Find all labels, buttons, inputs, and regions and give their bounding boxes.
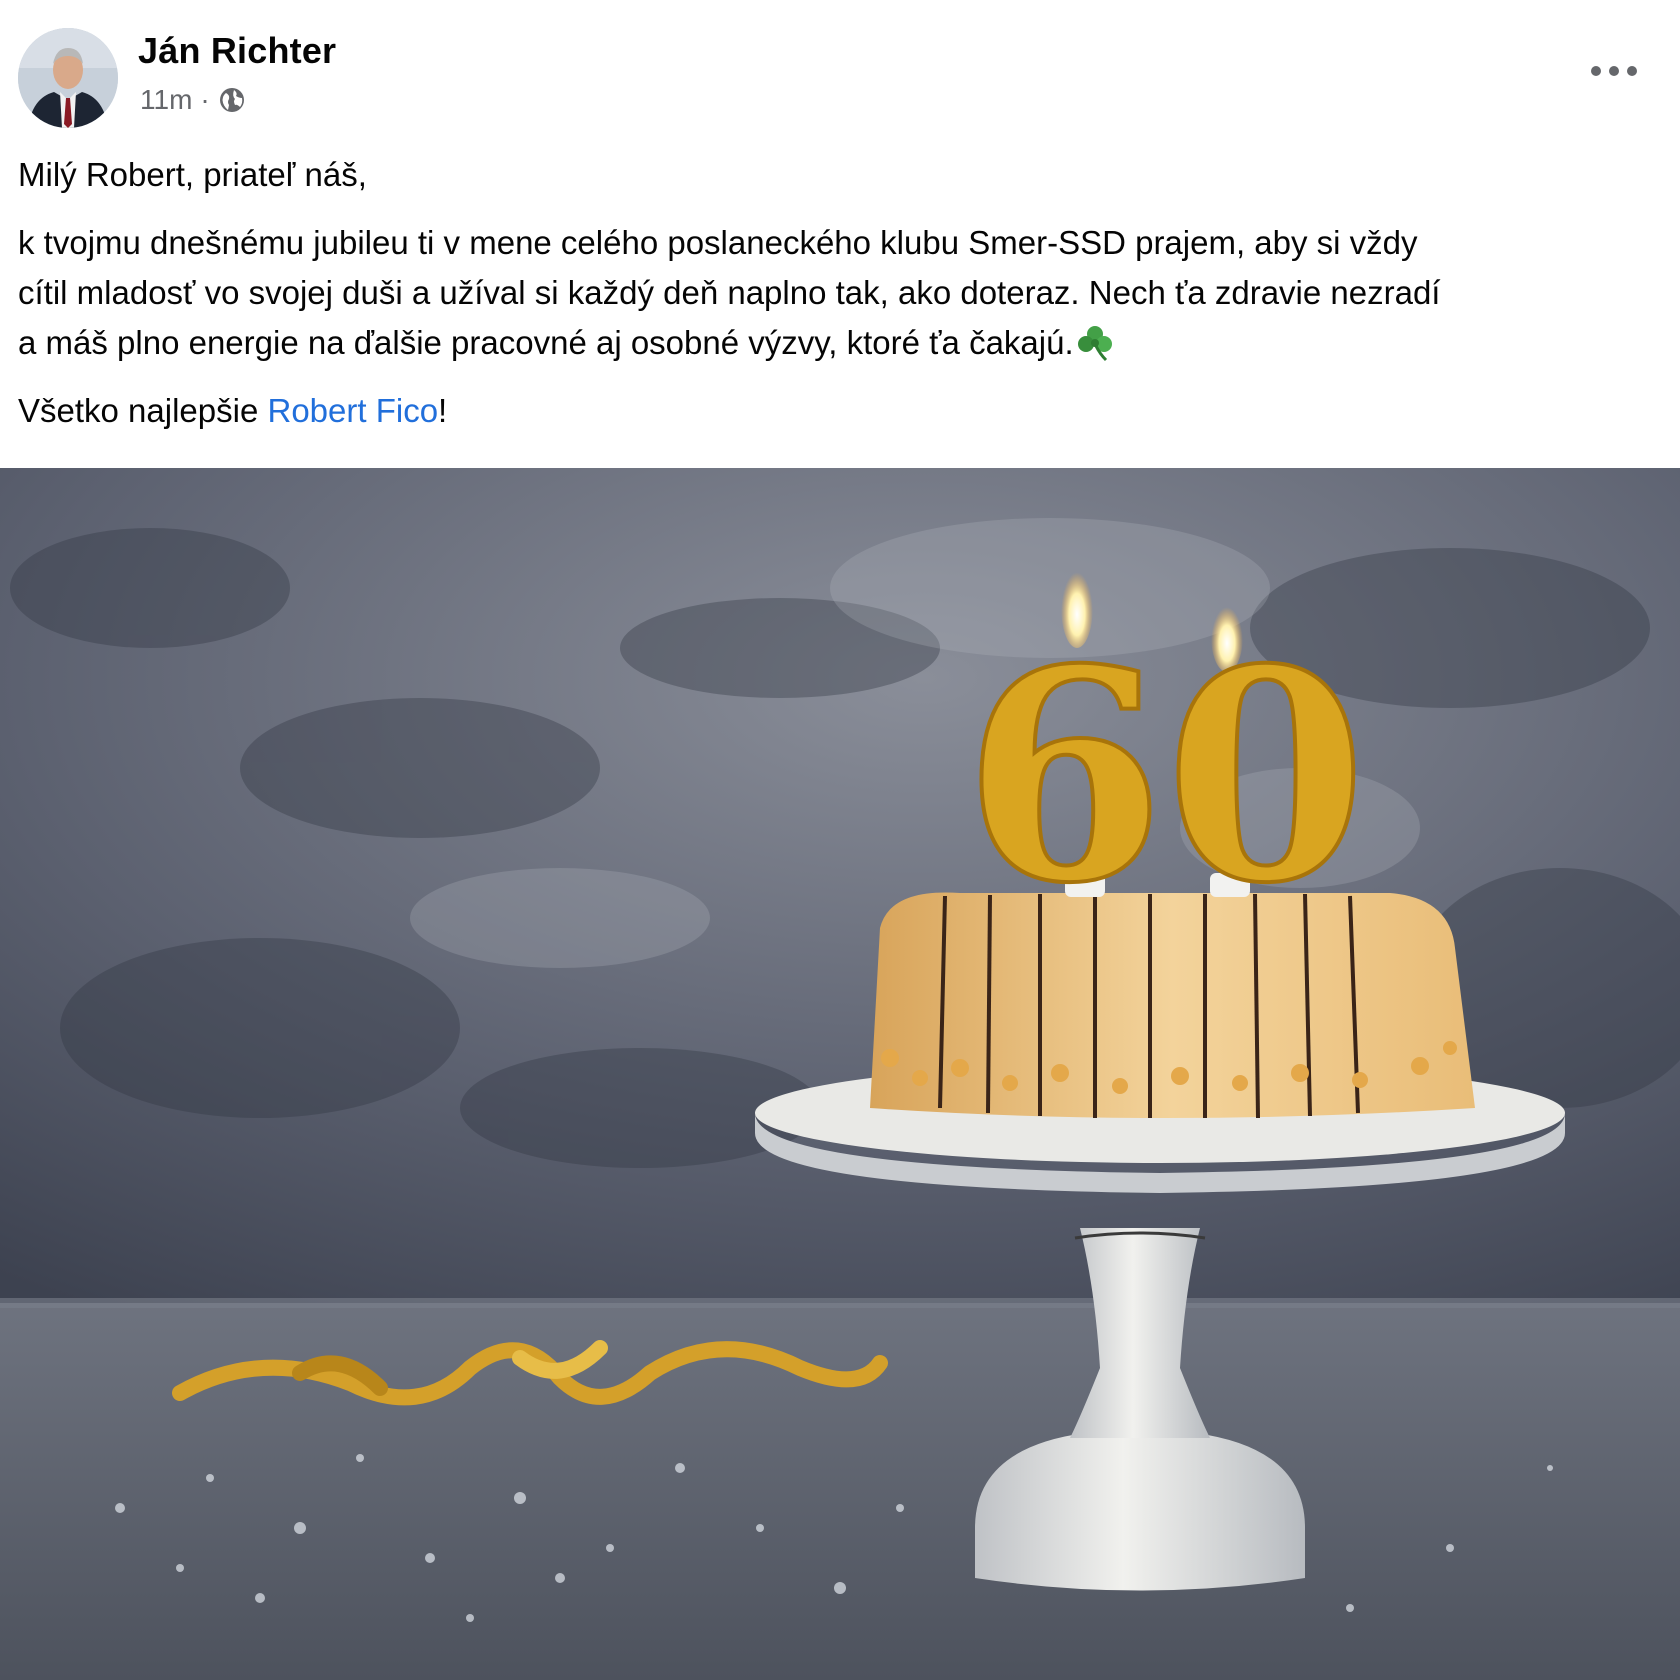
- message-line-1: k tvojmu dnešnému jubileu ti v mene celé…: [18, 224, 1418, 261]
- post-header: Ján Richter 11m ·: [0, 0, 1680, 140]
- birthday-cake-photo: 60: [0, 468, 1680, 1680]
- post-photo[interactable]: 60: [0, 468, 1680, 1680]
- shamrock-icon: [1077, 326, 1112, 362]
- closing-prefix: Všetko najlepšie: [18, 392, 268, 429]
- post-closing: Všetko najlepšie Robert Fico!: [18, 386, 1648, 436]
- post-time[interactable]: 11m: [140, 84, 192, 116]
- post-message: k tvojmu dnešnému jubileu ti v mene celé…: [18, 218, 1648, 368]
- author-name[interactable]: Ján Richter: [138, 30, 336, 72]
- post-meta: 11m ·: [140, 84, 246, 116]
- mention-link[interactable]: Robert Fico: [267, 392, 438, 429]
- meta-separator: ·: [200, 84, 210, 115]
- table-surface: [0, 1303, 1680, 1680]
- stand-base: [975, 1433, 1305, 1591]
- post-text: Milý Robert, priateľ náš, k tvojmu dnešn…: [18, 150, 1648, 436]
- post-greeting: Milý Robert, priateľ náš,: [18, 156, 367, 193]
- message-line-2: cítil mladosť vo svojej duši a užíval si…: [18, 274, 1441, 311]
- closing-suffix: !: [438, 392, 448, 429]
- author-avatar[interactable]: [18, 28, 118, 128]
- message-line-3: a máš plno energie na ďalšie pracovné aj…: [18, 324, 1074, 361]
- more-options-icon[interactable]: [1588, 58, 1640, 84]
- globe-icon[interactable]: [218, 86, 246, 114]
- avatar-photo: [18, 28, 118, 128]
- candle-number-60: 60: [963, 607, 1367, 947]
